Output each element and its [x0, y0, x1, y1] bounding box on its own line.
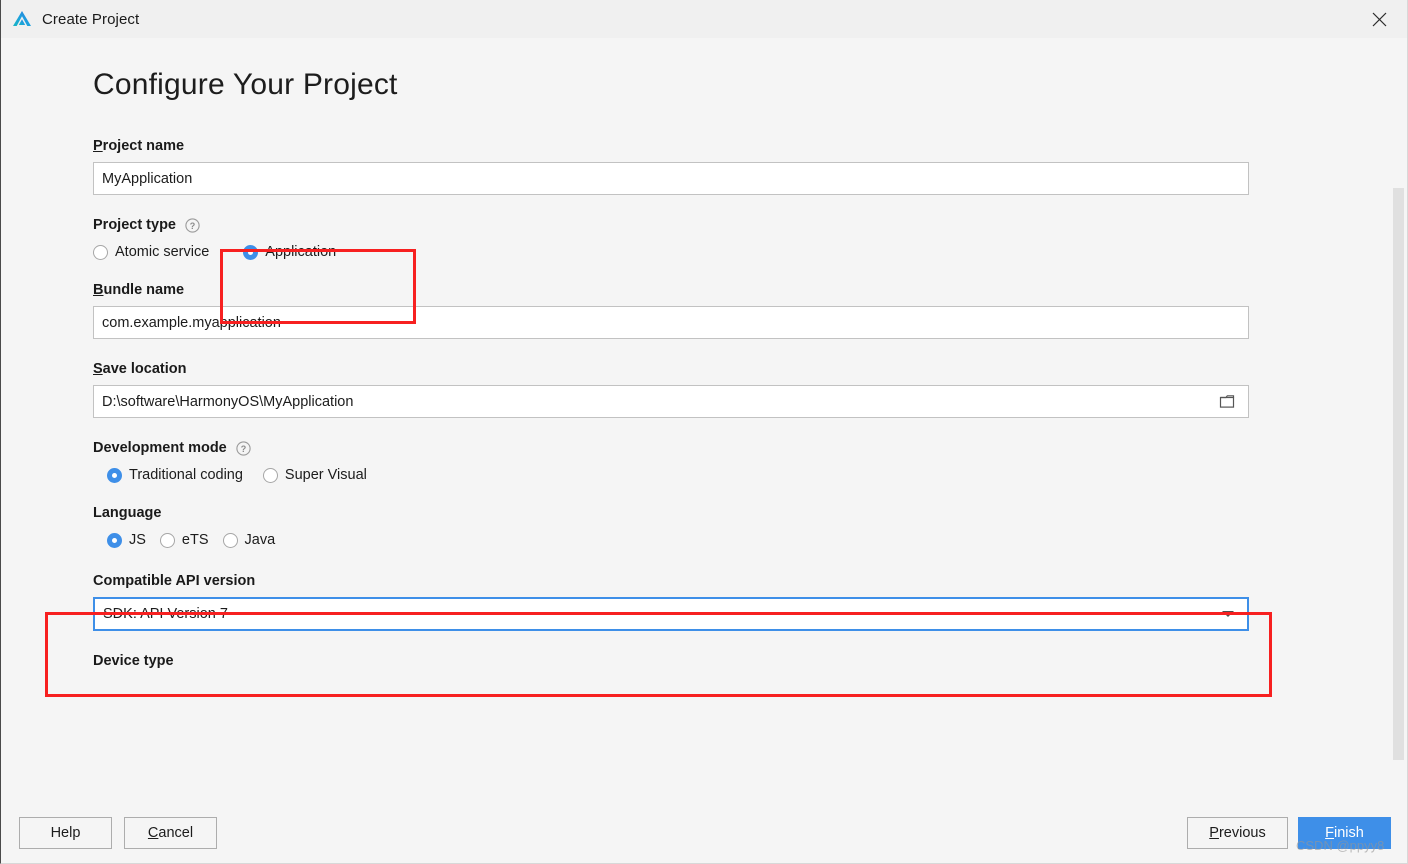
mnemonic-letter: P [1209, 825, 1219, 841]
deveco-triangle-logo-icon [11, 8, 33, 30]
radio-option-java[interactable]: Java [222, 532, 276, 548]
label-text: Language [93, 505, 162, 521]
mnemonic-letter: S [93, 361, 103, 377]
help-button-label: Help [50, 825, 81, 841]
close-icon[interactable] [1351, 0, 1407, 38]
label-text: Compatible API version [93, 573, 256, 589]
compatible-api-version-value: SDK: API Version 7 [103, 606, 228, 622]
radio-indicator [93, 244, 108, 260]
chevron-down-icon [1222, 611, 1234, 617]
radio-option-ets[interactable]: eTS [159, 532, 209, 548]
radio-option-application[interactable]: Application [243, 244, 336, 260]
label-text: ave location [102, 361, 187, 377]
mnemonic-letter: B [93, 282, 104, 298]
bundle-name-value: com.example.myapplication [102, 314, 281, 331]
project-form: Configure Your Project Project name MyAp… [93, 68, 1249, 677]
radio-indicator [107, 532, 122, 548]
radio-option-traditional-coding[interactable]: Traditional coding [107, 467, 243, 483]
compatible-api-version-dropdown[interactable]: SDK: API Version 7 [93, 597, 1249, 631]
project-type-label: Project type ? [93, 217, 1249, 233]
window-title: Create Project [42, 10, 140, 28]
svg-text:?: ? [190, 221, 196, 231]
save-location-value: D:\software\HarmonyOS\MyApplication [102, 393, 354, 410]
help-button[interactable]: Help [19, 817, 112, 849]
svg-text:?: ? [241, 444, 247, 454]
radio-option-atomic-service[interactable]: Atomic service [93, 244, 209, 260]
radio-indicator [262, 467, 278, 483]
radio-indicator [222, 532, 238, 548]
save-location-input[interactable]: D:\software\HarmonyOS\MyApplication [93, 385, 1249, 418]
radio-label: Application [265, 244, 337, 260]
radio-label: Super Visual [284, 467, 367, 483]
mnemonic-letter: C [147, 825, 159, 841]
development-mode-label: Development mode ? [93, 440, 1249, 456]
bundle-name-input[interactable]: com.example.myapplication [93, 306, 1249, 339]
title-bar: Create Project [1, 0, 1407, 38]
scrollbar-thumb[interactable] [1393, 188, 1404, 760]
cancel-button-label: ancel [158, 825, 194, 841]
radio-indicator [243, 244, 259, 260]
cancel-button[interactable]: Cancel [124, 817, 217, 849]
device-type-label: Device type [93, 653, 1249, 669]
label-text: Project type [93, 217, 176, 233]
dialog-content: Configure Your Project Project name MyAp… [1, 38, 1407, 804]
radio-label: Atomic service [115, 244, 210, 260]
save-location-label: Save location [93, 361, 1249, 377]
radio-option-js[interactable]: JS [107, 532, 146, 548]
bundle-name-label: Bundle name [93, 282, 1249, 298]
language-label: Language [93, 505, 1249, 521]
label-text: undle name [103, 282, 185, 298]
radio-indicator [107, 467, 122, 483]
radio-label: JS [129, 532, 146, 548]
compatible-api-version-label: Compatible API version [93, 573, 1249, 589]
project-type-radio-group: Atomic service Application [93, 241, 1249, 263]
create-project-dialog: Create Project Configure Your Project Pr… [0, 0, 1408, 864]
mnemonic-letter: P [93, 138, 103, 154]
dialog-footer: Help Cancel Previous Finish [1, 804, 1407, 863]
watermark: CSDN @ppyy8 [1296, 838, 1385, 853]
vertical-scrollbar[interactable] [1391, 76, 1405, 760]
question-mark-icon[interactable]: ? [236, 440, 251, 456]
radio-label: Traditional coding [129, 467, 243, 483]
radio-option-super-visual[interactable]: Super Visual [262, 467, 367, 483]
question-mark-icon[interactable]: ? [185, 217, 200, 233]
radio-indicator [159, 532, 175, 548]
project-name-input[interactable]: MyApplication [93, 162, 1249, 195]
project-name-value: MyApplication [102, 170, 193, 187]
previous-button-label: revious [1218, 825, 1266, 841]
label-text: Development mode [93, 440, 227, 456]
page-title: Configure Your Project [93, 68, 398, 101]
previous-button[interactable]: Previous [1187, 817, 1288, 849]
label-text: roject name [102, 138, 185, 154]
label-text: Device type [93, 653, 174, 669]
radio-label: Java [244, 532, 276, 548]
development-mode-radio-group: Traditional coding Super Visual [107, 464, 1249, 486]
language-radio-group: JS eTS Java [107, 529, 1249, 551]
radio-label: eTS [181, 532, 209, 548]
project-name-label: Project name [93, 138, 1249, 154]
folder-icon[interactable] [1218, 393, 1238, 411]
